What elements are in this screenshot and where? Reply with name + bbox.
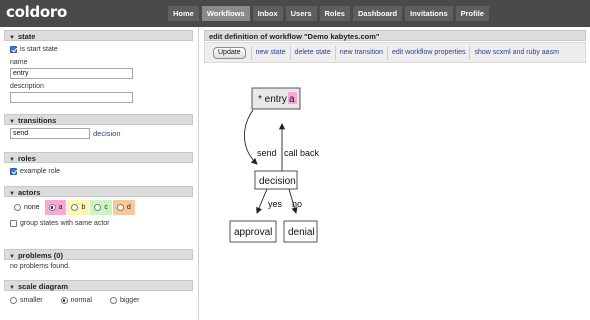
- state-name-input[interactable]: [10, 68, 133, 79]
- main-content: edit definition of workflow "Demo kabyte…: [203, 27, 590, 320]
- transition-name-input[interactable]: [10, 128, 90, 139]
- state-node-decision[interactable]: decision: [254, 170, 298, 190]
- group-states-label: group states with same actor: [20, 220, 110, 227]
- scale-normal-radio[interactable]: [60, 297, 68, 304]
- nav-profile[interactable]: Profile: [455, 6, 489, 21]
- group-states-checkbox[interactable]: [10, 220, 17, 227]
- transition-label-yes[interactable]: yes: [268, 199, 283, 209]
- state-panel-header[interactable]: ▼ state: [4, 30, 193, 41]
- state-node-denial[interactable]: denial: [283, 220, 318, 243]
- scale-diagram-panel-title: scale diagram: [17, 282, 68, 291]
- actor-label: none: [24, 204, 40, 211]
- state-actor-badge: a: [289, 94, 295, 105]
- nav-dashboard[interactable]: Dashboard: [352, 6, 403, 21]
- state-node-approval[interactable]: approval: [229, 220, 277, 243]
- transition-label-call-back[interactable]: call back: [284, 148, 320, 158]
- actors-panel-title: actors: [17, 188, 41, 197]
- nav-inbox[interactable]: Inbox: [252, 6, 283, 21]
- problems-panel-title: problems (0): [17, 251, 63, 260]
- actor-radio[interactable]: [14, 204, 21, 211]
- workflow-toolbar: Update new state delete state new transi…: [204, 42, 586, 63]
- scale-bigger-label: bigger: [119, 297, 140, 304]
- roles-panel-title: roles: [17, 154, 36, 163]
- state-node-label: approval: [234, 227, 272, 238]
- description-label: description: [10, 83, 44, 90]
- state-node-entry[interactable]: * entry a: [251, 87, 301, 110]
- scale-bigger-radio[interactable]: [109, 297, 117, 304]
- actor-option-none[interactable]: none: [10, 200, 44, 215]
- state-panel-title: state: [17, 32, 36, 41]
- collapse-triangle-icon: ▼: [9, 254, 15, 260]
- transitions-panel: ▼transitions decision: [4, 114, 193, 142]
- workflow-heading: edit definition of workflow "Demo kabyte…: [204, 30, 586, 41]
- new-state-link[interactable]: new state: [250, 45, 290, 60]
- actors-panel-header[interactable]: ▼ actors: [4, 186, 193, 197]
- actor-radio[interactable]: [71, 204, 79, 211]
- is-start-state-checkbox[interactable]: [10, 46, 17, 53]
- is-start-state-label: is start state: [20, 46, 58, 53]
- collapse-triangle-icon: ▼: [9, 157, 15, 163]
- example-role-checkbox[interactable]: [10, 168, 17, 175]
- scale-smaller-radio[interactable]: [10, 297, 17, 304]
- actors-panel: ▼ actors none a b c d group states with …: [4, 186, 193, 231]
- name-label: name: [10, 59, 28, 66]
- nav-invitations[interactable]: Invitations: [405, 6, 453, 21]
- transition-edge-yes[interactable]: [256, 188, 268, 214]
- top-bar: coldoro Home Workflows Inbox Users Roles…: [0, 0, 590, 27]
- actor-option-a[interactable]: a: [44, 200, 67, 215]
- transition-target-link[interactable]: decision: [93, 129, 121, 138]
- actor-label: b: [81, 204, 86, 211]
- problems-panel: ▼ problems (0) no problems found.: [4, 249, 193, 273]
- state-description-input[interactable]: [10, 92, 133, 103]
- edit-workflow-properties-link[interactable]: edit workflow properties: [386, 45, 470, 60]
- collapse-triangle-icon: ▼: [9, 285, 15, 291]
- scale-normal-label: normal: [70, 297, 92, 304]
- problems-message: no problems found.: [10, 263, 70, 270]
- collapse-triangle-icon: ▼: [9, 191, 15, 197]
- actor-label: d: [126, 204, 131, 211]
- actor-options: none a b c d: [10, 200, 187, 215]
- state-node-label: * entry: [258, 94, 287, 105]
- problems-panel-header[interactable]: ▼ problems (0): [4, 249, 193, 260]
- transitions-panel-title: transitions: [17, 116, 57, 125]
- state-node-label: decision: [259, 176, 296, 187]
- roles-panel-header[interactable]: ▼ roles: [4, 152, 193, 163]
- new-transition-link[interactable]: new transition: [334, 45, 387, 60]
- roles-panel: ▼ roles example role: [4, 152, 193, 180]
- transition-label-no[interactable]: no: [292, 199, 302, 209]
- scale-smaller-label: smaller: [20, 297, 43, 304]
- transition-edge-send[interactable]: [244, 109, 258, 165]
- scale-diagram-panel-header[interactable]: ▼ scale diagram: [4, 280, 193, 291]
- main-nav: Home Workflows Inbox Users Roles Dashboa…: [168, 6, 492, 21]
- workflow-diagram: send call back yes no * entry a decision…: [229, 87, 320, 243]
- actor-option-d[interactable]: d: [112, 200, 135, 215]
- scale-diagram-panel: ▼ scale diagram smaller normal bigger: [4, 280, 193, 307]
- state-panel: ▼state is start state name description: [4, 30, 193, 106]
- show-scxml-link[interactable]: show scxml and ruby aasm: [469, 45, 562, 60]
- update-button[interactable]: Update: [213, 46, 246, 59]
- app-logo[interactable]: coldoro: [6, 3, 67, 21]
- transition-label-send[interactable]: send: [257, 148, 277, 158]
- actor-option-b[interactable]: b: [67, 200, 90, 215]
- actor-option-c[interactable]: c: [90, 200, 112, 215]
- delete-state-link[interactable]: delete state: [289, 45, 335, 60]
- nav-home[interactable]: Home: [168, 6, 199, 21]
- state-node-label: denial: [288, 227, 315, 238]
- example-role-label: example role: [20, 168, 61, 175]
- actor-radio[interactable]: [94, 204, 102, 211]
- actor-radio[interactable]: [48, 204, 56, 211]
- nav-users[interactable]: Users: [285, 6, 317, 21]
- collapse-triangle-icon: ▼: [9, 35, 15, 41]
- nav-roles[interactable]: Roles: [319, 6, 350, 21]
- actor-radio[interactable]: [116, 204, 124, 211]
- transitions-panel-header[interactable]: ▼ transitions: [4, 114, 193, 125]
- nav-workflows[interactable]: Workflows: [201, 6, 250, 21]
- actor-label: c: [104, 204, 108, 211]
- sidebar: ▼state is start state name description ▼…: [0, 27, 199, 320]
- collapse-triangle-icon: ▼: [9, 119, 15, 125]
- actor-label: a: [58, 204, 63, 211]
